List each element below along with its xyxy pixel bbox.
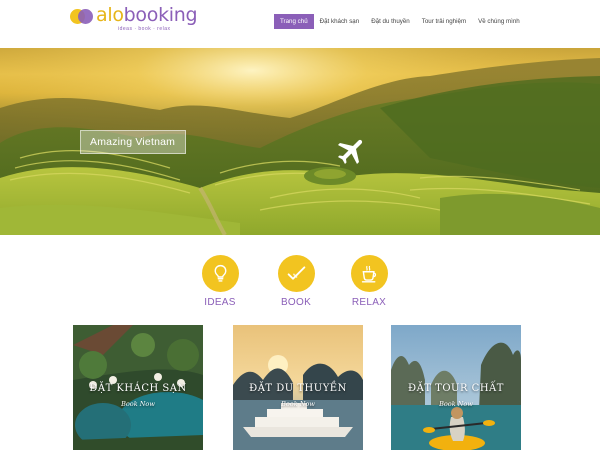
card-cruise-title: ĐẶT DU THUYỀN: [249, 383, 347, 394]
coffee-cup-icon: [361, 265, 376, 283]
card-cruise-cta[interactable]: Book Now: [233, 400, 363, 408]
card-cruise[interactable]: ĐẶT DU THUYỀN Book Now: [233, 325, 363, 450]
feature-ideas-badge: [201, 255, 239, 292]
site-logo[interactable]: alobooking ideas · book · relax: [70, 4, 198, 35]
feature-book-label: BOOK: [280, 297, 312, 308]
feature-ideas: IDEAS: [190, 255, 250, 308]
feature-ideas-label: IDEAS: [204, 297, 236, 308]
card-hotel-cta[interactable]: Book Now: [73, 400, 203, 408]
hero-slider[interactable]: Amazing Vietnam: [0, 48, 600, 235]
card-tour-title: ĐẶT TOUR CHẤT: [408, 383, 504, 394]
card-tour[interactable]: ĐẶT TOUR CHẤT Book Now: [391, 325, 521, 450]
nav-item-cruises[interactable]: Đặt du thuyền: [365, 14, 416, 29]
logo-tagline: ideas · book · relax: [118, 26, 171, 32]
lightbulb-icon: [214, 264, 226, 282]
logo-mark-icon: [70, 9, 94, 25]
logo-wordmark: alobooking: [96, 4, 198, 26]
feature-relax-label: RELAX: [351, 297, 387, 308]
main-nav: Trang chủ Đặt khách sạn Đặt du thuyền To…: [274, 14, 526, 29]
feature-relax-badge: [350, 255, 388, 292]
card-hotel[interactable]: ĐẶT KHÁCH SẠN Book Now: [73, 325, 203, 450]
airplane-icon: [337, 139, 363, 165]
feature-relax: RELAX: [339, 255, 399, 308]
feature-book: BOOK: [266, 255, 326, 308]
card-hotel-title: ĐẶT KHÁCH SẠN: [89, 383, 187, 394]
card-tour-cta[interactable]: Book Now: [391, 400, 521, 408]
nav-item-about[interactable]: Về chúng mình: [472, 14, 526, 29]
checkmark-icon: [287, 266, 305, 280]
nav-item-home[interactable]: Trang chủ: [274, 14, 314, 29]
site-header: alobooking ideas · book · relax Trang ch…: [0, 0, 600, 48]
nav-item-tours[interactable]: Tour trải nghiệm: [416, 14, 472, 29]
nav-item-hotels[interactable]: Đặt khách sạn: [314, 14, 366, 29]
feature-book-badge: [277, 255, 315, 292]
hero-caption: Amazing Vietnam: [80, 130, 186, 154]
